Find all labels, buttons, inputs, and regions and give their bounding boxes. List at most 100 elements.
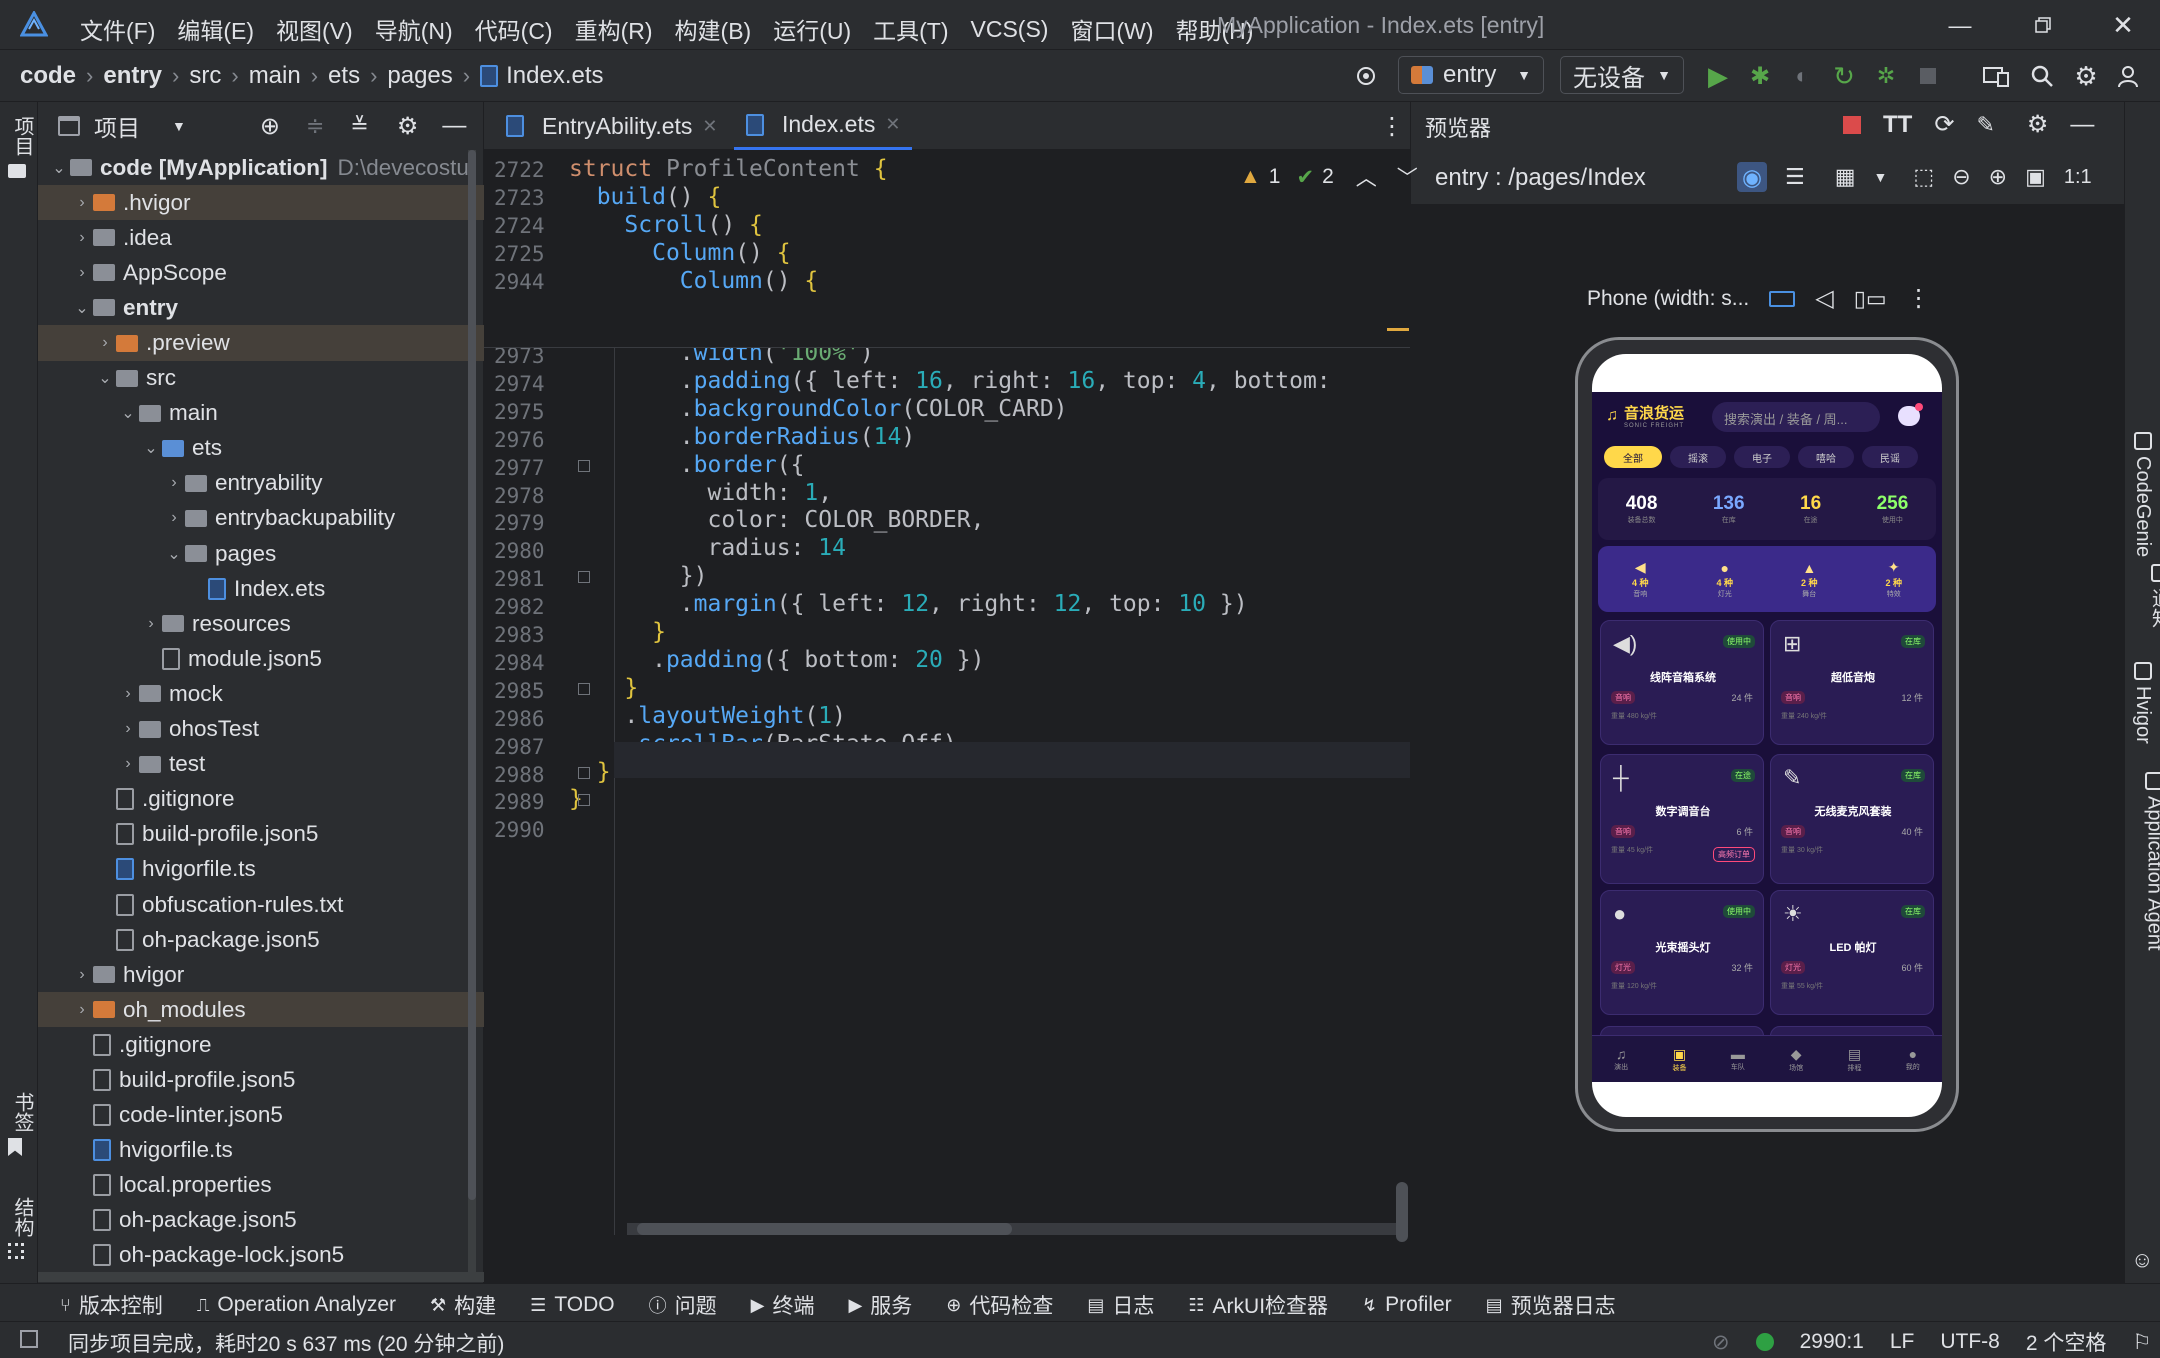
device-type-icon[interactable]	[1769, 291, 1795, 307]
chevron-right-icon[interactable]: ›	[71, 966, 93, 984]
more-options-icon[interactable]: ⋮	[1907, 284, 1931, 313]
zoom-in-icon[interactable]: ⊕	[1989, 164, 2007, 190]
tree-item[interactable]: oh-package-lock.json5	[38, 1238, 484, 1273]
right-tool-button[interactable]: CodeGenie	[2131, 432, 2154, 557]
tree-item[interactable]: ›entryability	[38, 466, 484, 501]
bottom-tool-button[interactable]: ⓘ问题	[649, 1290, 717, 1320]
tree-item[interactable]: ›.idea	[38, 220, 484, 255]
menu-item[interactable]: 代码(C)	[475, 12, 553, 46]
code-line[interactable]: .padding({ left: 16, right: 16, top: 4, …	[569, 368, 1345, 394]
no-connection-icon[interactable]: ⊘	[1712, 1330, 1730, 1355]
app-nav-item[interactable]: ♫演出	[1614, 1046, 1628, 1072]
fold-marker-icon[interactable]	[578, 683, 590, 695]
more-tabs-icon[interactable]: ⋮	[1380, 110, 1404, 142]
tree-item[interactable]: obfuscation-rules.txt	[38, 887, 484, 922]
chevron-right-icon[interactable]: ›	[117, 755, 139, 773]
tree-item[interactable]: local.properties	[38, 1168, 484, 1203]
chevron-right-icon[interactable]: ›	[163, 509, 185, 527]
code-line[interactable]: .border({	[569, 452, 804, 478]
tree-item[interactable]: ›AppScope	[38, 255, 484, 290]
tree-item[interactable]: ⌄ets	[38, 431, 484, 466]
category-item[interactable]: ✦2 种特效	[1885, 559, 1902, 599]
indent-setting[interactable]: 2 个空格	[2026, 1327, 2107, 1357]
settings-gear-icon[interactable]: ⚙	[2027, 110, 2049, 139]
tab-index[interactable]: Index.ets ✕	[734, 102, 912, 150]
tree-item[interactable]: .gitignore	[38, 782, 484, 817]
hide-pane-icon[interactable]: —	[2070, 111, 2094, 139]
tree-item[interactable]: ›entrybackupability	[38, 501, 484, 536]
fold-marker-icon[interactable]	[578, 460, 590, 472]
search-icon[interactable]	[2026, 60, 2058, 92]
menu-item[interactable]: 导航(N)	[375, 12, 453, 46]
stop-icon[interactable]	[1912, 60, 1944, 92]
close-tab-icon[interactable]: ✕	[885, 114, 900, 135]
tree-item[interactable]: ›mock	[38, 676, 484, 711]
category-item[interactable]: ▲2 种舞台	[1801, 560, 1818, 599]
apply-changes-icon[interactable]: ↻	[1828, 60, 1860, 92]
expand-all-icon[interactable]: ≑	[306, 113, 324, 139]
category-item[interactable]: ◀4 种音响	[1632, 559, 1649, 599]
genre-chip[interactable]: 嘻哈	[1798, 446, 1854, 468]
tree-item[interactable]: ⌄src	[38, 361, 484, 396]
breadcrumb-item[interactable]: ets	[328, 62, 360, 90]
tree-item[interactable]: Index.ets	[38, 571, 484, 606]
equipment-card[interactable]: ✎在库无线麦克风套装音响40 件重量 30 kg/件	[1770, 754, 1934, 884]
menu-item[interactable]: 运行(U)	[773, 12, 851, 46]
sticky-code-line[interactable]: struct ProfileContent {	[569, 156, 888, 182]
fold-marker-icon[interactable]	[578, 571, 590, 583]
app-nav-item[interactable]: ●我的	[1906, 1046, 1920, 1072]
tab-entryability[interactable]: EntryAbility.ets ✕	[494, 102, 730, 150]
chevron-right-icon[interactable]: ›	[163, 474, 185, 492]
equipment-card[interactable]: ┼在途数字调音台音响6 件重量 45 kg/件高频订单	[1600, 754, 1764, 884]
tree-horizontal-scrollbar[interactable]	[38, 1272, 484, 1282]
menu-item[interactable]: VCS(S)	[971, 16, 1049, 43]
app-search-input[interactable]: 搜索演出 / 装备 / 周...	[1712, 402, 1880, 432]
chevron-down-icon[interactable]: ⌄	[140, 438, 162, 458]
fit-frame-icon[interactable]: ⬚	[1913, 164, 1934, 190]
menu-item[interactable]: 视图(V)	[276, 12, 353, 46]
refresh-icon[interactable]: ⟳	[1934, 110, 1954, 139]
bottom-tool-button[interactable]: ⊕代码检查	[946, 1290, 1053, 1320]
tree-item[interactable]: ›oh_modules	[38, 992, 484, 1027]
right-tool-button[interactable]: 预览器	[2131, 114, 2160, 198]
menu-item[interactable]: 文件(F)	[80, 12, 155, 46]
fold-marker-icon[interactable]	[578, 767, 590, 779]
code-line[interactable]: width: 1,	[569, 480, 832, 506]
tree-item[interactable]: code-linter.json5	[38, 1098, 484, 1133]
tree-item[interactable]: ›.preview	[38, 325, 484, 360]
tree-item[interactable]: oh-package.json5	[38, 1203, 484, 1238]
debug-icon[interactable]: ✱	[1744, 60, 1776, 92]
chevron-down-icon[interactable]: ▼	[1874, 169, 1888, 185]
status-ok-icon[interactable]	[1756, 1333, 1774, 1351]
warning-marker[interactable]	[1387, 328, 1409, 331]
breadcrumb-item[interactable]: src	[189, 62, 221, 90]
actual-size-icon[interactable]: 1:1	[2064, 166, 2092, 189]
bottom-tool-button[interactable]: ▶服务	[848, 1290, 912, 1320]
caret-position[interactable]: 2990:1	[1800, 1330, 1864, 1354]
screenshot-icon[interactable]: ▣	[2025, 164, 2046, 190]
project-view-selector[interactable]: 项目	[94, 109, 140, 143]
tree-item[interactable]: ›hvigor	[38, 957, 484, 992]
options-gear-icon[interactable]: ⚙	[397, 112, 419, 141]
pin-icon[interactable]: ✎	[1976, 112, 1994, 138]
right-tool-button[interactable]: Hvigor	[2131, 662, 2154, 744]
target-icon[interactable]	[1350, 60, 1382, 92]
inspection-widget[interactable]: ▲ 1 ✔ 2 ︿ ﹀	[1240, 162, 1418, 192]
restore-button[interactable]	[2028, 10, 2058, 40]
breadcrumb-item[interactable]: main	[249, 62, 301, 90]
tree-item[interactable]: ⌄pages	[38, 536, 484, 571]
sticky-code-line[interactable]: Scroll() {	[569, 212, 763, 238]
equipment-card[interactable]: ●使用中光束摇头灯灯光32 件重量 120 kg/件	[1600, 890, 1764, 1015]
app-nav-item[interactable]: ▣装备	[1672, 1046, 1686, 1073]
tree-item[interactable]: .gitignore	[38, 1027, 484, 1062]
app-nav-item[interactable]: ◆场馆	[1789, 1046, 1803, 1073]
chevron-right-icon[interactable]: ›	[117, 720, 139, 738]
attach-debugger-icon[interactable]: ◐	[1786, 60, 1818, 92]
close-window-button[interactable]: ✕	[2108, 10, 2138, 40]
bottom-tool-button[interactable]: ▤日志	[1087, 1290, 1154, 1320]
bottom-tool-button[interactable]: ▤预览器日志	[1486, 1290, 1616, 1320]
chevron-down-icon[interactable]: ⌄	[71, 298, 93, 318]
tree-item[interactable]: ⌄main	[38, 396, 484, 431]
chevron-right-icon[interactable]: ›	[71, 1001, 93, 1019]
line-separator[interactable]: LF	[1890, 1330, 1915, 1354]
